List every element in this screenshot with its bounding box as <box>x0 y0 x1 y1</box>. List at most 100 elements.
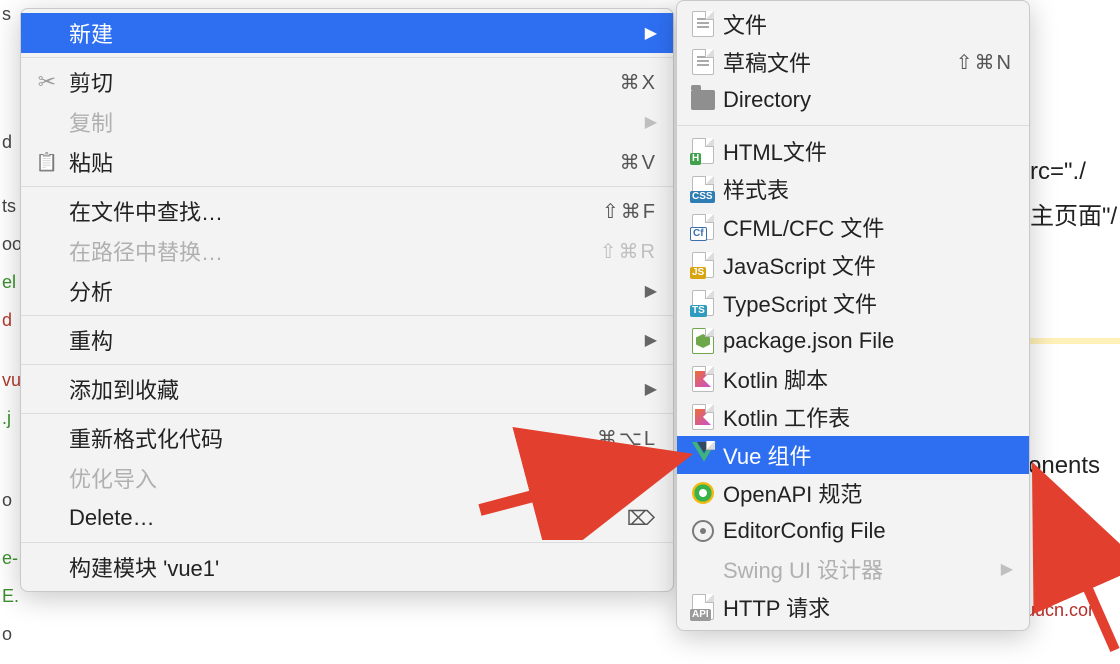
sub_menu-item[interactable]: Vue 组件 <box>677 436 1029 474</box>
node-icon <box>689 328 717 354</box>
sub_menu-item[interactable]: Kotlin 脚本 <box>677 360 1029 398</box>
sub_menu-item[interactable]: Kotlin 工作表 <box>677 398 1029 436</box>
menu-item-label: 重构 <box>63 324 639 356</box>
menu-item-label: 文件 <box>717 8 1013 40</box>
js-icon: JS <box>689 252 717 278</box>
main_menu-item: 优化导入^⌥O <box>21 458 673 498</box>
ts-icon: TS <box>689 290 717 316</box>
swirl-icon <box>689 482 717 504</box>
sub_menu-item[interactable]: 文件 <box>677 5 1029 43</box>
menu-shortcut: ⌘V <box>620 150 657 175</box>
context-menu[interactable]: 新建▶✂剪切⌘X复制▶📋粘贴⌘V在文件中查找…⇧⌘F在路径中替换…⇧⌘R分析▶重… <box>20 8 674 592</box>
sub_menu-item[interactable]: HHTML文件 <box>677 132 1029 170</box>
sub_menu-item[interactable]: CSS样式表 <box>677 170 1029 208</box>
sub_menu-item[interactable]: TSTypeScript 文件 <box>677 284 1029 322</box>
main_menu-item[interactable]: 在文件中查找…⇧⌘F <box>21 191 673 231</box>
api-icon: API <box>689 594 717 620</box>
menu-shortcut: ⇧⌘R <box>600 239 657 264</box>
menu-shortcut: ⇧⌘N <box>956 50 1013 75</box>
editor-text: 主页面"/ <box>1030 196 1117 231</box>
main_menu-item[interactable]: 分析▶ <box>21 271 673 311</box>
menu-item-label: 构建模块 'vue1' <box>63 551 657 583</box>
menu-item-label: OpenAPI 规范 <box>717 477 1013 509</box>
menu-item-label: 添加到收藏 <box>63 373 639 405</box>
menu-item-label: HTTP 请求 <box>717 591 1013 623</box>
main_menu-item[interactable]: 📋粘贴⌘V <box>21 142 673 182</box>
css-icon: CSS <box>689 176 717 202</box>
sub_menu-item[interactable]: OpenAPI 规范 <box>677 474 1029 512</box>
menu-item-label: Kotlin 脚本 <box>717 363 1013 395</box>
menu-item-label: 样式表 <box>717 173 1013 205</box>
menu-item-label: 粘贴 <box>63 146 620 178</box>
main_menu-item[interactable]: 重新格式化代码⌘⌥L <box>21 418 673 458</box>
menu-item-label: Swing UI 设计器 <box>717 553 995 585</box>
menu-item-label: package.json File <box>717 328 1013 354</box>
menu-separator <box>21 57 673 58</box>
editor-highlight-bar <box>1030 338 1120 344</box>
menu-item-label: JavaScript 文件 <box>717 249 1013 281</box>
menu-shortcut: ⌘⌥L <box>597 426 657 451</box>
sub_menu-item[interactable]: APIHTTP 请求 <box>677 588 1029 626</box>
gear-icon <box>689 520 717 542</box>
chevron-right-icon: ▶ <box>639 23 657 43</box>
menu-separator <box>21 186 673 187</box>
cf-icon: Cf <box>689 214 717 240</box>
menu-item-label: 复制 <box>63 106 639 138</box>
menu-shortcut: ⌦ <box>627 506 657 531</box>
editor-text: rc="./ <box>1030 158 1086 186</box>
menu-item-label: 分析 <box>63 275 639 307</box>
folder-icon <box>689 90 717 110</box>
chevron-right-icon: ▶ <box>639 112 657 132</box>
chevron-right-icon: ▶ <box>995 559 1013 579</box>
kotlin-icon <box>689 404 717 430</box>
menu-shortcut: ^⌥O <box>603 466 657 491</box>
menu-item-label: EditorConfig File <box>717 518 1013 544</box>
main_menu-item: 复制▶ <box>21 102 673 142</box>
vue-icon <box>689 442 717 468</box>
main_menu-item[interactable]: ✂剪切⌘X <box>21 62 673 102</box>
main_menu-item[interactable]: 构建模块 'vue1' <box>21 547 673 587</box>
file-text-icon <box>689 11 717 37</box>
menu-item-label: 草稿文件 <box>717 46 956 78</box>
editor-text: onents <box>1028 452 1100 480</box>
menu-item-label: 新建 <box>63 17 639 49</box>
menu-item-label: 重新格式化代码 <box>63 422 597 454</box>
file-text-icon <box>689 49 717 75</box>
menu-item-label: 在路径中替换… <box>63 235 600 267</box>
html-icon: H <box>689 138 717 164</box>
main_menu-item[interactable]: Delete…⌦ <box>21 498 673 538</box>
menu-item-label: 优化导入 <box>63 462 603 494</box>
menu-separator <box>21 364 673 365</box>
chevron-right-icon: ▶ <box>639 281 657 301</box>
menu-shortcut: ⌘X <box>620 70 657 95</box>
menu-separator <box>21 542 673 543</box>
sub_menu-item[interactable]: package.json File <box>677 322 1029 360</box>
menu-item-label: Directory <box>717 87 1013 113</box>
menu-item-label: 剪切 <box>63 66 620 98</box>
main_menu-item[interactable]: 重构▶ <box>21 320 673 360</box>
menu-item-label: HTML文件 <box>717 135 1013 167</box>
kotlin-icon <box>689 366 717 392</box>
clipboard-icon: 📋 <box>31 152 63 173</box>
main_menu-item[interactable]: 新建▶ <box>21 13 673 53</box>
menu-item-label: Delete… <box>63 505 627 531</box>
chevron-right-icon: ▶ <box>639 379 657 399</box>
sub_menu-item[interactable]: CfCFML/CFC 文件 <box>677 208 1029 246</box>
menu-item-label: 在文件中查找… <box>63 195 602 227</box>
sub_menu-item[interactable]: Directory <box>677 81 1029 119</box>
menu-separator <box>677 125 1029 126</box>
menu-separator <box>21 315 673 316</box>
main_menu-item: 在路径中替换…⇧⌘R <box>21 231 673 271</box>
menu-item-label: TypeScript 文件 <box>717 287 1013 319</box>
menu-item-label: Vue 组件 <box>717 439 1013 471</box>
new-submenu[interactable]: 文件草稿文件⇧⌘NDirectoryHHTML文件CSS样式表CfCFML/CF… <box>676 0 1030 631</box>
sub_menu-item[interactable]: 草稿文件⇧⌘N <box>677 43 1029 81</box>
main_menu-item[interactable]: 添加到收藏▶ <box>21 369 673 409</box>
scissors-icon: ✂ <box>31 69 63 95</box>
menu-item-label: Kotlin 工作表 <box>717 401 1013 433</box>
sub_menu-item[interactable]: EditorConfig File <box>677 512 1029 550</box>
menu-item-label: CFML/CFC 文件 <box>717 211 1013 243</box>
chevron-right-icon: ▶ <box>639 330 657 350</box>
sub_menu-item[interactable]: JSJavaScript 文件 <box>677 246 1029 284</box>
menu-shortcut: ⇧⌘F <box>602 199 657 224</box>
